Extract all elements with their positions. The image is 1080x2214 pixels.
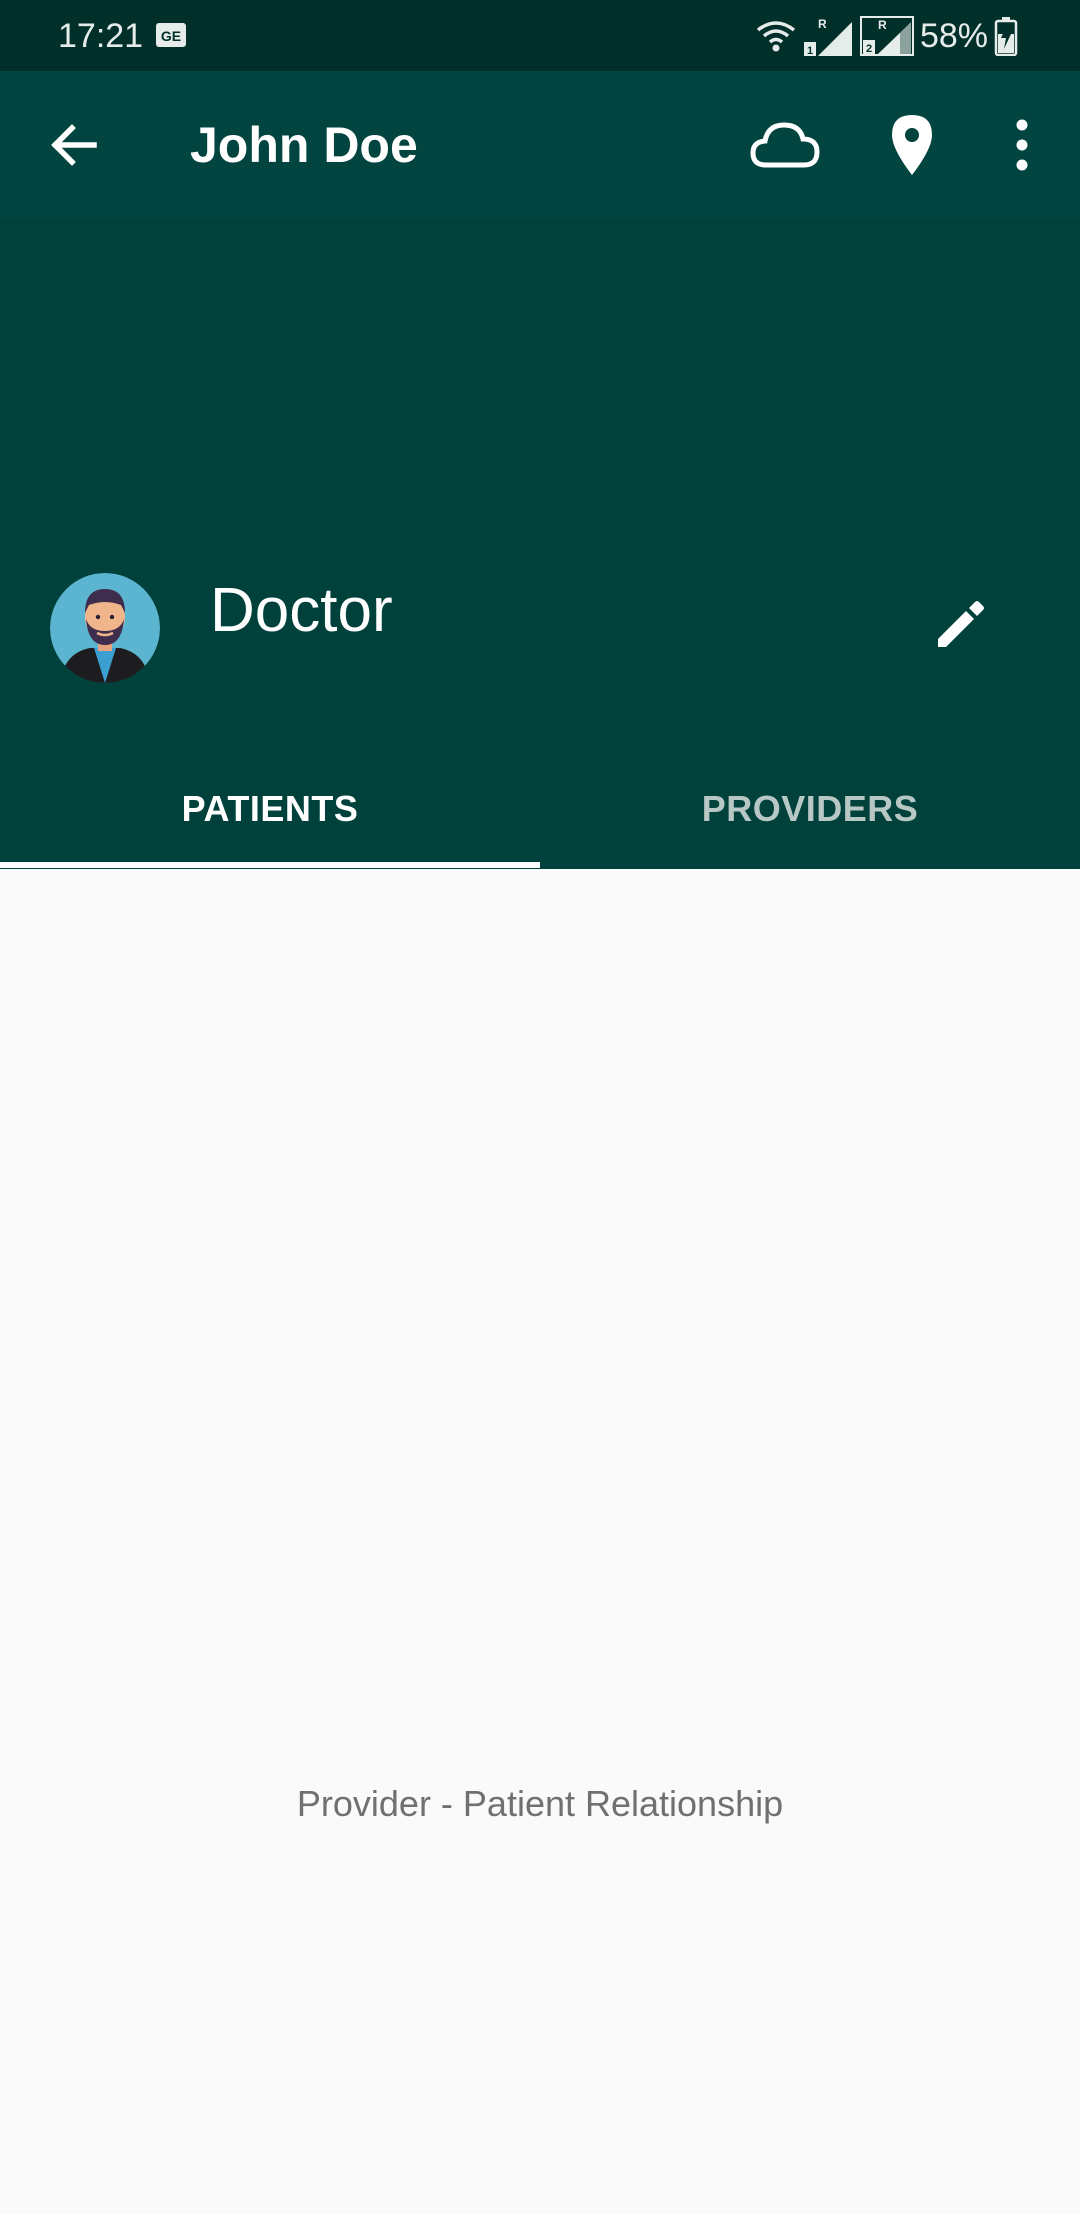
app-bar: John Doe: [0, 71, 1080, 219]
wifi-icon: [756, 21, 796, 52]
svg-text:2: 2: [866, 43, 872, 55]
svg-text:R: R: [878, 18, 887, 32]
status-time: 17:21: [58, 17, 144, 55]
svg-text:1: 1: [807, 45, 813, 56]
page-title: John Doe: [190, 117, 418, 173]
avatar: [50, 573, 160, 683]
battery-percent: 58%: [919, 17, 988, 55]
svg-text:R: R: [818, 17, 827, 31]
more-vert-icon[interactable]: [1000, 113, 1044, 177]
tab-providers[interactable]: PROVIDERS: [540, 759, 1080, 859]
status-right-group: R 1 R 2 58%: [754, 14, 1018, 58]
signal-sim2-icon: R 2: [859, 16, 914, 56]
cloud-icon[interactable]: [748, 115, 822, 175]
tab-selected-indicator: [0, 862, 540, 868]
empty-state-message: Provider - Patient Relationship: [296, 1783, 784, 1824]
location-pin-icon[interactable]: [884, 111, 940, 179]
profile-header: Doctor PATIENTS PROVIDERS: [0, 219, 1080, 869]
status-bar: 17:21 GE R 1 R 2 58%: [0, 0, 1080, 71]
svg-text:GE: GE: [161, 28, 181, 44]
profile-role: Doctor: [210, 576, 393, 645]
battery-charging-icon: [994, 17, 1018, 56]
edit-pencil-icon[interactable]: [930, 595, 990, 655]
signal-sim1-icon: R 1: [803, 17, 852, 56]
notification-icon: GE: [156, 23, 186, 47]
back-arrow-icon[interactable]: [42, 113, 106, 177]
tab-patients[interactable]: PATIENTS: [0, 759, 540, 859]
